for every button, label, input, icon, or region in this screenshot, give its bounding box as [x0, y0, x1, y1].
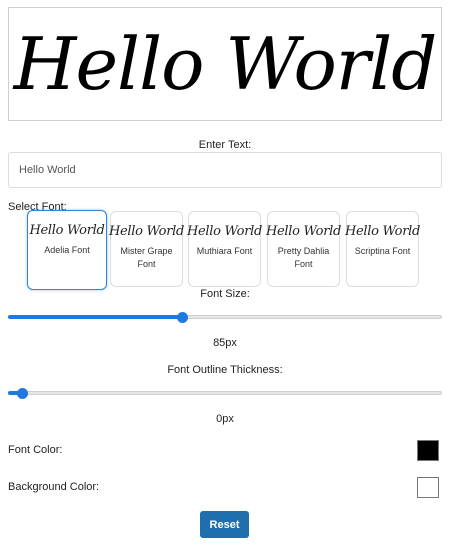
- outline-thickness-value: 0px: [216, 413, 234, 425]
- font-size-label: Font Size:: [200, 288, 250, 300]
- slider-thumb[interactable]: [17, 388, 28, 399]
- font-option-label: Scriptina Font: [354, 246, 411, 256]
- outline-thickness-slider[interactable]: [8, 385, 442, 401]
- font-option-scriptina[interactable]: Hello World Scriptina Font: [345, 211, 421, 287]
- font-option-pretty-dahlia[interactable]: Hello World Pretty Dahlia Font: [266, 211, 342, 287]
- font-option-label: Mister Grape Font: [120, 246, 173, 269]
- background-color-label: Background Color:: [8, 481, 100, 493]
- slider-track: [8, 391, 442, 395]
- font-sample: Hello World: [29, 223, 105, 238]
- font-sample: Hello World: [345, 224, 421, 239]
- reset-button[interactable]: Reset: [200, 511, 249, 538]
- font-sample: Hello World: [109, 224, 185, 239]
- font-option-adelia[interactable]: Hello World Adelia Font: [27, 210, 107, 290]
- preview-canvas: Hello World: [8, 7, 442, 121]
- font-sample: Hello World: [266, 224, 342, 239]
- font-option-mister-grape[interactable]: Hello World Mister Grape Font: [109, 211, 185, 287]
- font-option-label: Adelia Font: [44, 245, 90, 255]
- font-sample: Hello World: [187, 224, 263, 239]
- outline-thickness-label: Font Outline Thickness:: [167, 364, 283, 376]
- enter-text-label: Enter Text:: [198, 139, 252, 151]
- font-color-label: Font Color:: [8, 444, 63, 456]
- font-color-swatch[interactable]: [417, 440, 439, 461]
- font-option-muthiara[interactable]: Hello World Muthiara Font: [187, 211, 263, 287]
- font-size-value: 85px: [213, 337, 237, 349]
- text-input[interactable]: [8, 152, 442, 188]
- preview-text: Hello World: [13, 22, 438, 106]
- slider-fill: [8, 315, 182, 319]
- font-option-label: Muthiara Font: [196, 246, 253, 256]
- font-option-label: Pretty Dahlia Font: [277, 246, 330, 269]
- background-color-swatch[interactable]: [417, 477, 439, 498]
- slider-thumb[interactable]: [176, 312, 188, 323]
- font-size-slider[interactable]: [8, 309, 442, 325]
